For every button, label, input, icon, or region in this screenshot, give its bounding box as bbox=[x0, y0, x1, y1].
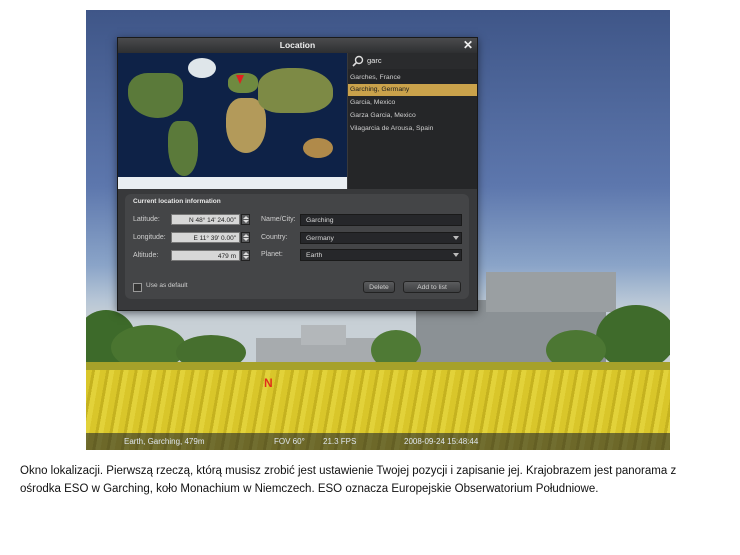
country-select[interactable]: Germany bbox=[300, 232, 462, 244]
longitude-spinner[interactable] bbox=[241, 232, 250, 243]
world-map[interactable] bbox=[118, 53, 347, 189]
eso-building-tower bbox=[486, 272, 616, 312]
latitude-label: Latitude: bbox=[133, 216, 160, 223]
close-icon[interactable]: ✕ bbox=[463, 38, 473, 52]
status-location: Earth, Garching, 479m bbox=[124, 437, 205, 446]
delete-button[interactable]: Delete bbox=[363, 281, 395, 293]
longitude-label: Longitude: bbox=[133, 234, 166, 241]
list-item[interactable]: Vilagarcia de Arousa, Spain bbox=[348, 123, 477, 135]
north-america bbox=[128, 73, 183, 118]
latitude-spinner[interactable] bbox=[241, 214, 250, 225]
current-location-panel: Current location information Latitude: N… bbox=[125, 194, 469, 299]
antarctica bbox=[118, 177, 347, 189]
dialog-titlebar[interactable]: Location ✕ bbox=[118, 38, 477, 53]
list-item[interactable]: Garza Garcia, Mexico bbox=[348, 110, 477, 122]
asia bbox=[258, 68, 333, 113]
stellarium-screenshot: N Earth, Garching, 479m FOV 60° 21.3 FPS… bbox=[86, 10, 670, 450]
name-city-label: Name/City: bbox=[261, 216, 296, 223]
search-icon bbox=[352, 55, 364, 67]
planet-label: Planet: bbox=[261, 251, 283, 258]
tree bbox=[596, 305, 670, 370]
status-bar: Earth, Garching, 479m FOV 60° 21.3 FPS 2… bbox=[86, 433, 670, 450]
altitude-spinner[interactable] bbox=[241, 250, 250, 261]
location-dialog: Location ✕ garc Garches, France Garching… bbox=[117, 37, 478, 311]
altitude-field[interactable]: 479 m bbox=[171, 250, 240, 261]
planet-value: Earth bbox=[306, 252, 323, 259]
list-item[interactable]: Garcia, Mexico bbox=[348, 97, 477, 109]
list-item-selected[interactable]: Garching, Germany bbox=[348, 84, 477, 96]
status-datetime: 2008-09-24 15:48:44 bbox=[404, 437, 479, 446]
dish-building bbox=[301, 325, 346, 345]
south-america bbox=[168, 121, 198, 176]
panel-title: Current location information bbox=[133, 198, 221, 205]
africa bbox=[226, 98, 266, 153]
chevron-down-icon bbox=[453, 236, 459, 240]
status-fov: FOV 60° bbox=[274, 437, 305, 446]
dialog-title: Location bbox=[279, 40, 316, 50]
search-box[interactable]: garc bbox=[348, 53, 477, 69]
location-results-list[interactable]: Garches, France Garching, Germany Garcia… bbox=[348, 69, 477, 189]
australia bbox=[303, 138, 333, 158]
use-as-default-checkbox[interactable] bbox=[133, 283, 142, 292]
list-item[interactable]: Garches, France bbox=[348, 72, 477, 84]
country-value: Germany bbox=[306, 235, 334, 242]
add-to-list-button[interactable]: Add to list bbox=[403, 281, 461, 293]
location-pin-icon bbox=[236, 75, 244, 84]
altitude-label: Altitude: bbox=[133, 252, 159, 259]
greenland bbox=[188, 58, 216, 78]
use-as-default-label: Use as default bbox=[146, 282, 188, 289]
status-fps: 21.3 FPS bbox=[323, 437, 357, 446]
compass-north-label: N bbox=[264, 376, 273, 390]
caption-text: Okno lokalizacji. Pierwszą rzeczą, którą… bbox=[20, 465, 677, 495]
latitude-field[interactable]: N 48° 14' 24.00" bbox=[171, 214, 240, 225]
name-city-input[interactable]: Garching bbox=[300, 214, 462, 226]
longitude-field[interactable]: E 11° 39' 0.00" bbox=[171, 232, 240, 243]
planet-select[interactable]: Earth bbox=[300, 249, 462, 261]
search-input[interactable]: garc bbox=[367, 56, 382, 65]
chevron-down-icon bbox=[453, 253, 459, 257]
country-label: Country: bbox=[261, 234, 288, 241]
